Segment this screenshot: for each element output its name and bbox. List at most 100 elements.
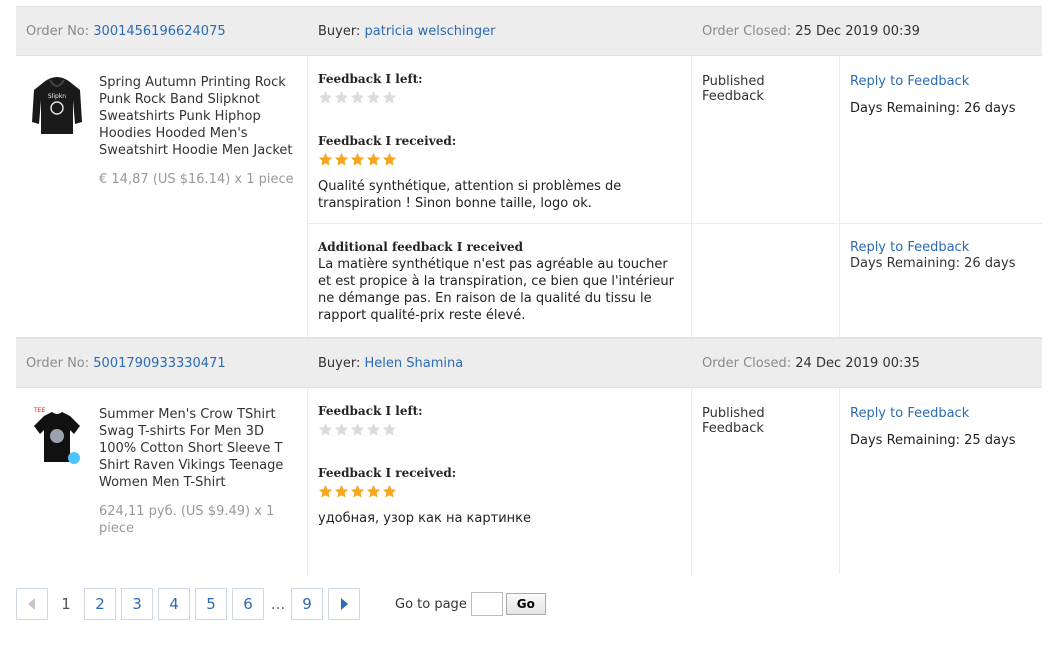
additional-feedback-label: Additional feedback I received [318,240,524,254]
star-icon [382,90,397,104]
star-icon [350,90,365,104]
additional-status-cell [692,224,840,337]
star-icon [366,484,381,498]
star-icon [334,152,349,166]
order-no-cell: Order No: 3001456196624075 [16,24,308,39]
additional-feedback-cell: Additional feedback I received La matièr… [308,224,692,337]
buyer-link[interactable]: Helen Shamina [365,356,464,371]
feedback-cell: Feedback I left: Feedback I received: уд… [308,388,692,574]
buyer-cell: Buyer: patricia welschinger [308,24,692,39]
goto-page: Go to page Go [395,592,546,616]
feedback-received-label: Feedback I received: [318,134,457,148]
page-link[interactable]: 6 [232,588,264,620]
buyer-cell: Buyer: Helen Shamina [308,356,692,371]
additional-days-remaining: Days Remaining: 26 days [850,256,1016,271]
order-closed-label: Order Closed: [702,23,792,39]
feedback-left-label: Feedback I left: [318,72,423,86]
star-icon [318,422,333,436]
reply-to-feedback-link[interactable]: Reply to Feedback [850,74,1032,89]
star-icon [382,484,397,498]
page-link[interactable]: 3 [121,588,153,620]
feedback-received-stars [318,484,681,502]
buyer-label: Buyer: [318,355,361,371]
additional-feedback-comment: La matière synthétique n'est pas agréabl… [318,257,675,323]
order-header: Order No: 3001456196624075 Buyer: patric… [16,6,1042,56]
star-icon [334,422,349,436]
product-title[interactable]: Summer Men's Crow TShirt Swag T-shirts F… [99,406,297,491]
hoodie-image: Slipkn [32,77,82,134]
order-no-link[interactable]: 5001790933330471 [93,356,225,371]
buyer-link[interactable]: patricia welschinger [365,24,496,39]
next-page-button[interactable] [328,588,360,620]
star-icon [366,422,381,436]
reply-to-feedback-link[interactable]: Reply to Feedback [850,406,1032,421]
svg-text:TEE: TEE [33,407,45,414]
days-remaining: Days Remaining: 26 days [850,101,1016,116]
order-body: Slipkn Spring Autumn Printing Rock Punk … [16,56,1042,338]
order-body: TEE Summer Men's Crow TShirt Swag T-shir… [16,388,1042,574]
star-icon [350,422,365,436]
days-remaining: Days Remaining: 25 days [850,433,1016,448]
status-cell: Published Feedback [692,56,840,223]
feedback-status: Published Feedback [702,74,765,104]
feedback-left-stars [318,90,681,108]
svg-text:Slipkn: Slipkn [48,93,66,100]
feedback-received-stars [318,152,681,170]
buyer-label: Buyer: [318,23,361,39]
star-icon [318,90,333,104]
page-link[interactable]: 5 [195,588,227,620]
order-closed-label: Order Closed: [702,355,792,371]
order-no-label: Order No: [26,23,90,39]
feedback-received-comment: Qualité synthétique, attention si problè… [318,179,622,211]
order-no-link[interactable]: 3001456196624075 [93,24,225,39]
star-icon [334,484,349,498]
chevron-left-icon [28,598,35,610]
goto-page-label: Go to page [395,596,467,612]
page-link[interactable]: 4 [158,588,190,620]
product-cell: Slipkn Spring Autumn Printing Rock Punk … [16,56,308,337]
star-icon [366,90,381,104]
star-icon [334,90,349,104]
product-thumbnail[interactable]: Slipkn [30,74,84,136]
star-icon [318,152,333,166]
star-icon [318,484,333,498]
order-closed-date: 24 Dec 2019 00:35 [795,355,920,371]
action-cell: Reply to Feedback Days Remaining: 26 day… [840,56,1042,223]
star-icon [350,152,365,166]
star-icon [350,484,365,498]
product-title[interactable]: Spring Autumn Printing Rock Punk Rock Ba… [99,74,297,159]
prev-page-button[interactable] [16,588,48,620]
action-cell: Reply to Feedback Days Remaining: 25 day… [840,388,1042,574]
pagination: 1 2 3 4 5 6 ... 9 Go to page Go [16,588,546,620]
feedback-received-label: Feedback I received: [318,466,457,480]
order-header: Order No: 5001790933330471 Buyer: Helen … [16,338,1042,388]
orders-list: Order No: 3001456196624075 Buyer: patric… [16,0,1042,574]
feedback-received-comment: удобная, узор как на картинке [318,511,531,526]
feedback-cell: Feedback I left: Feedback I received: Qu… [308,56,692,223]
order-closed-cell: Order Closed: 24 Dec 2019 00:35 [692,356,1042,371]
product-price: 624,11 руб. (US $9.49) x 1 piece [99,504,275,536]
order-closed-cell: Order Closed: 25 Dec 2019 00:39 [692,24,1042,39]
status-cell: Published Feedback [692,388,840,574]
order-no-label: Order No: [26,355,90,371]
order-closed-date: 25 Dec 2019 00:39 [795,23,920,39]
feedback-left-stars [318,422,681,440]
additional-action-cell: Reply to Feedback Days Remaining: 26 day… [840,224,1042,337]
feedback-left-label: Feedback I left: [318,404,423,418]
additional-reply-link[interactable]: Reply to Feedback [850,240,1032,255]
product-thumbnail[interactable]: TEE [30,406,84,468]
tshirt-image: TEE [33,407,80,464]
chevron-right-icon [341,598,348,610]
product-price: € 14,87 (US $16.14) x 1 piece [99,172,294,187]
star-icon [366,152,381,166]
page-current: 1 [53,588,79,620]
goto-page-input[interactable] [470,592,503,616]
feedback-status: Published Feedback [702,406,765,436]
page-link[interactable]: 2 [84,588,116,620]
go-button[interactable]: Go [505,593,546,615]
star-icon [382,152,397,166]
product-cell: TEE Summer Men's Crow TShirt Swag T-shir… [16,388,308,574]
page-link-last[interactable]: 9 [291,588,323,620]
star-icon [382,422,397,436]
order-no-cell: Order No: 5001790933330471 [16,356,308,371]
